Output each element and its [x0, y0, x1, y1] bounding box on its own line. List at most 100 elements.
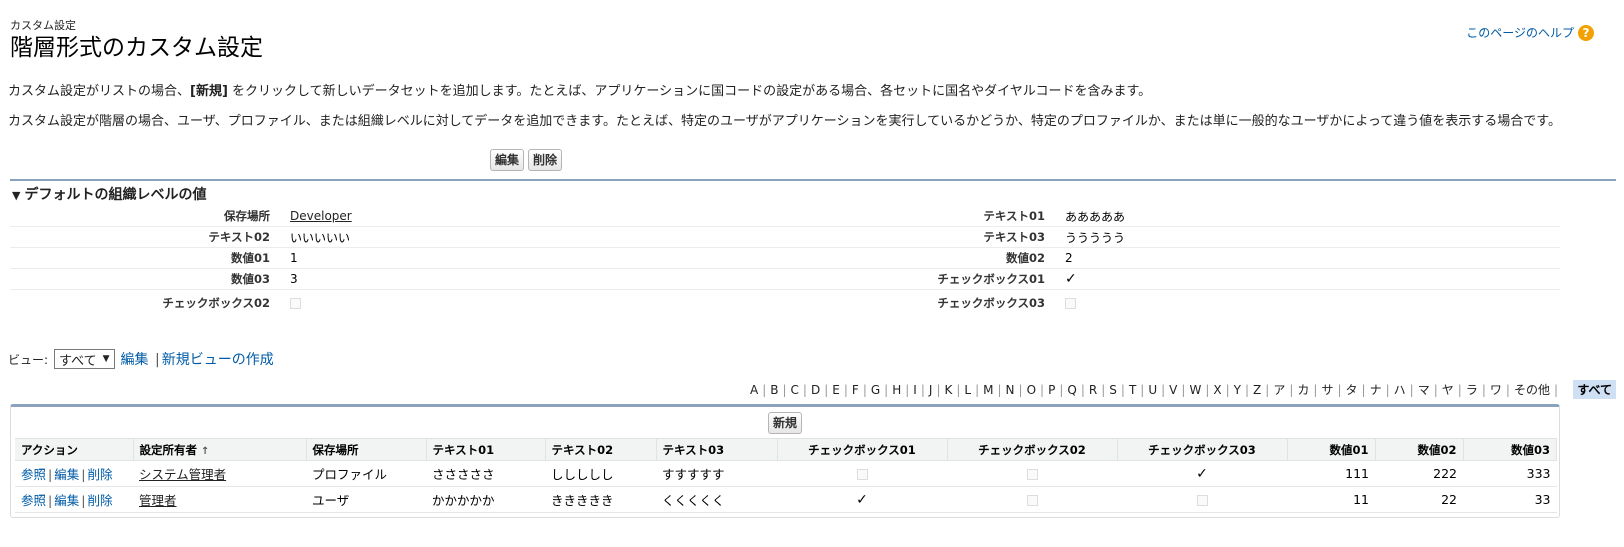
- field-label: チェックボックス03: [937, 295, 1045, 310]
- col-number02[interactable]: 数値02: [1375, 438, 1464, 461]
- cell-location: ユーザ: [306, 486, 426, 513]
- alpha-filter-letter[interactable]: サ: [1317, 381, 1337, 398]
- owner-link[interactable]: 管理者: [139, 493, 177, 508]
- alpha-filter-letter[interactable]: V: [1165, 383, 1181, 397]
- edit-action-link[interactable]: 編集: [54, 493, 79, 508]
- help-icon[interactable]: ?: [1578, 24, 1594, 41]
- section-title: デフォルトの組織レベルの値: [24, 187, 207, 203]
- separator: |: [81, 467, 86, 482]
- unchecked-checkbox-icon: [1026, 495, 1038, 506]
- default-section-header[interactable]: ▼ デフォルトの組織レベルの値: [12, 184, 206, 204]
- unchecked-checkbox-icon: [1026, 469, 1038, 480]
- edit-button[interactable]: 編集: [490, 149, 525, 171]
- alpha-filter-letter[interactable]: ハ: [1390, 381, 1410, 398]
- alpha-filter-letter[interactable]: O: [1023, 383, 1040, 397]
- alpha-filter-letter[interactable]: L: [960, 383, 975, 397]
- view-edit-link[interactable]: 編集: [121, 352, 149, 368]
- alpha-filter-letter[interactable]: X: [1209, 383, 1225, 397]
- col-number03[interactable]: 数値03: [1463, 438, 1557, 461]
- unchecked-checkbox-icon: [290, 297, 301, 309]
- col-checkbox02[interactable]: チェックボックス02: [947, 438, 1118, 461]
- alpha-filter-letter[interactable]: マ: [1414, 381, 1434, 398]
- alpha-filter-letter[interactable]: B: [766, 383, 782, 397]
- alpha-filter-letter[interactable]: W: [1185, 383, 1205, 397]
- field-value: あああああ: [1065, 209, 1126, 224]
- field-value: 1: [290, 251, 298, 265]
- description-line-1: カスタム設定がリストの場合、[新規] をクリックして新しいデータセットを追加しま…: [8, 80, 1151, 99]
- view-action-link[interactable]: 参照: [21, 467, 46, 482]
- col-owner[interactable]: 設定所有者 ↑: [133, 438, 307, 461]
- alpha-filter-letter[interactable]: D: [807, 383, 824, 397]
- related-list: 新規 アクション 設定所有者 ↑ 保存場所 テキスト01 テキスト02 テキスト0…: [10, 404, 1560, 518]
- alpha-filter-letter[interactable]: ア: [1269, 381, 1289, 398]
- alpha-filter-letter[interactable]: F: [848, 383, 863, 397]
- alpha-filter-letter[interactable]: カ: [1293, 381, 1313, 398]
- edit-action-link[interactable]: 編集: [54, 467, 79, 482]
- alpha-filter-letter[interactable]: N: [1002, 383, 1019, 397]
- alpha-filter-letter[interactable]: S: [1105, 383, 1121, 397]
- col-location[interactable]: 保存場所: [306, 438, 427, 461]
- alpha-filter-letter[interactable]: A: [746, 383, 762, 397]
- alpha-filter-letter[interactable]: ナ: [1366, 381, 1386, 398]
- col-number01[interactable]: 数値01: [1287, 438, 1376, 461]
- alpha-filter-letter[interactable]: G: [867, 383, 884, 397]
- chevron-down-icon: ▼: [102, 354, 110, 364]
- col-checkbox01[interactable]: チェックボックス01: [777, 438, 948, 461]
- alpha-filter-letter[interactable]: P: [1044, 383, 1059, 397]
- alpha-filter-letter[interactable]: T: [1125, 383, 1140, 397]
- view-select[interactable]: すべて ▼: [54, 349, 115, 369]
- location-link[interactable]: Developer: [290, 209, 352, 223]
- field-label: テキスト01: [983, 209, 1045, 223]
- alpha-filter: A | B | C | D | E | F | G | H | I | J | K | L | M | N | O | P | Q | R | S | T |…: [746, 380, 1616, 399]
- new-button[interactable]: 新規: [768, 412, 803, 434]
- help-link[interactable]: このページのヘルプ ?: [1466, 24, 1594, 41]
- col-text02[interactable]: テキスト02: [545, 438, 657, 461]
- alpha-filter-letter[interactable]: U: [1144, 383, 1161, 397]
- cell-text01: かかかかか: [426, 486, 545, 513]
- cell-number02: 22: [1375, 486, 1463, 513]
- alpha-filter-letter[interactable]: ラ: [1462, 381, 1482, 398]
- checked-icon: ✓: [1196, 465, 1208, 482]
- alpha-filter-letter[interactable]: C: [787, 383, 803, 397]
- separator: |: [155, 352, 160, 368]
- field-label: 保存場所: [224, 209, 270, 223]
- help-link-text[interactable]: このページのヘルプ: [1466, 24, 1574, 41]
- cell-text02: ききききき: [545, 486, 656, 513]
- alpha-filter-letter[interactable]: K: [940, 383, 956, 397]
- cell-text03: すすすすす: [656, 460, 777, 487]
- cell-location: プロファイル: [306, 460, 426, 487]
- alpha-filter-letter[interactable]: R: [1085, 383, 1101, 397]
- detail-row: 保存場所 Developer テキスト01 あああああ: [10, 206, 1560, 227]
- default-values-detail: 保存場所 Developer テキスト01 あああああ テキスト02 いいいいい…: [10, 206, 1560, 315]
- col-checkbox03[interactable]: チェックボックス03: [1117, 438, 1288, 461]
- page-title: 階層形式のカスタム設定: [10, 35, 263, 61]
- owner-link[interactable]: システム管理者: [139, 467, 226, 482]
- alpha-filter-letter[interactable]: タ: [1342, 381, 1362, 398]
- alpha-filter-letter[interactable]: Q: [1063, 383, 1080, 397]
- col-text01[interactable]: テキスト01: [426, 438, 546, 461]
- alpha-filter-letter[interactable]: ワ: [1486, 381, 1506, 398]
- collapse-triangle-icon[interactable]: ▼: [12, 189, 20, 202]
- alpha-filter-letter[interactable]: その他: [1510, 381, 1554, 398]
- alpha-filter-letter[interactable]: H: [888, 383, 905, 397]
- alpha-filter-letter[interactable]: Y: [1230, 383, 1245, 397]
- alpha-filter-all-active[interactable]: すべて: [1573, 380, 1616, 399]
- delete-action-link[interactable]: 削除: [87, 467, 112, 482]
- alpha-filter-letter[interactable]: Z: [1249, 383, 1265, 397]
- view-action-link[interactable]: 参照: [21, 493, 46, 508]
- new-view-link[interactable]: 新規ビューの作成: [162, 352, 274, 368]
- delete-button[interactable]: 削除: [528, 149, 563, 171]
- col-text03[interactable]: テキスト03: [656, 438, 778, 461]
- delete-action-link[interactable]: 削除: [87, 493, 112, 508]
- alpha-filter-letter[interactable]: I: [909, 383, 921, 397]
- cell-text03: くくくくく: [656, 486, 777, 513]
- cell-number03: 333: [1463, 460, 1557, 487]
- alpha-filter-letter[interactable]: M: [979, 383, 997, 397]
- alpha-filter-letter[interactable]: E: [828, 383, 844, 397]
- alpha-filter-letter[interactable]: J: [925, 383, 937, 397]
- alpha-filter-letter[interactable]: ヤ: [1438, 381, 1458, 398]
- sort-arrow-icon: ↑: [201, 445, 210, 457]
- table-row: 参照 | 編集 | 削除 管理者 ユーザ かかかかか ききききき くくくくく ✓ 11 …: [15, 486, 1557, 513]
- col-action: アクション: [15, 438, 134, 461]
- detail-row: 数値01 1 数値02 2: [10, 248, 1560, 269]
